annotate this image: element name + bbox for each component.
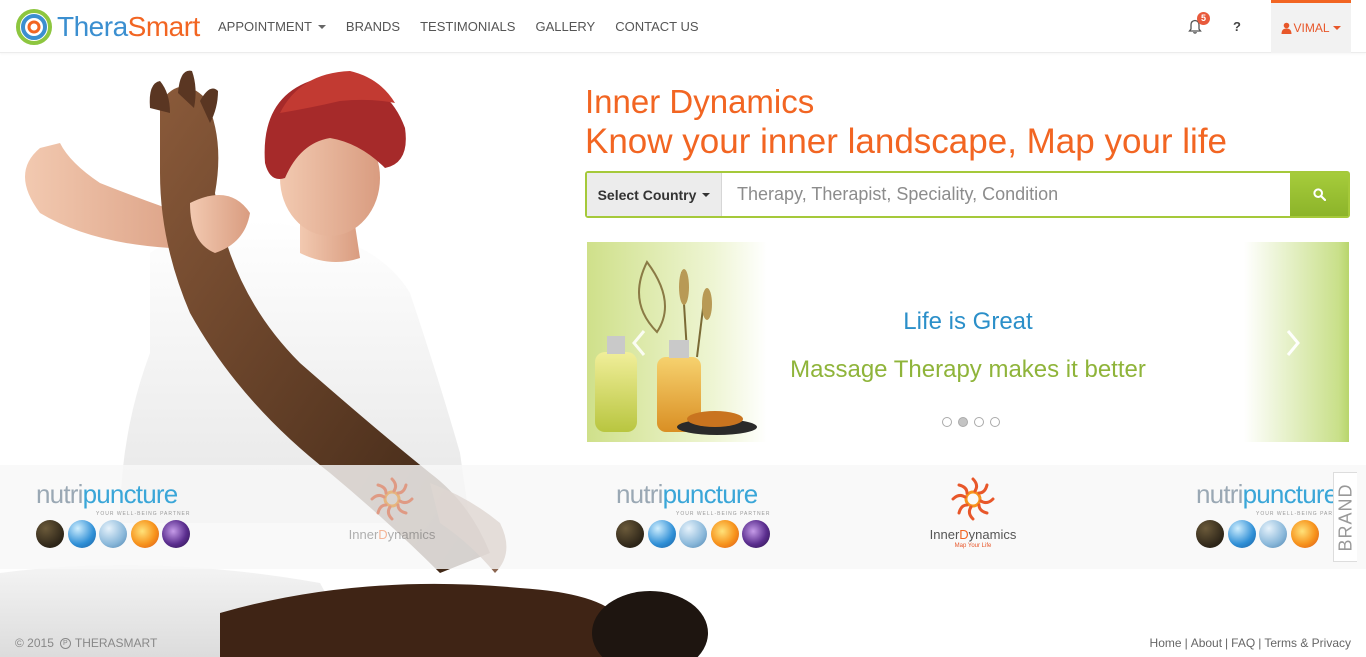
separator: | xyxy=(1225,636,1229,650)
water-sphere-icon xyxy=(1227,520,1256,548)
nutripuncture-spheres xyxy=(616,520,774,548)
nav-brands[interactable]: BRANDS xyxy=(336,0,410,53)
ether-sphere-icon xyxy=(742,520,770,548)
top-navbar: TheraSmart APPOINTMENT BRANDS TESTIMONIA… xyxy=(0,0,1366,53)
search-input[interactable] xyxy=(722,173,1290,216)
fire-sphere-icon xyxy=(130,520,159,548)
chevron-down-icon xyxy=(702,192,711,197)
user-name: VIMAL xyxy=(1293,21,1330,35)
brand-tab-label: BRAND xyxy=(1335,482,1356,552)
hero-headline: Inner Dynamics Know your inner landscape… xyxy=(585,82,1227,162)
sun-swirl-icon xyxy=(370,477,414,521)
footer-link-about[interactable]: About xyxy=(1191,636,1222,650)
slide-title: Life is Great xyxy=(903,308,1033,335)
brand-nutripuncture[interactable]: nutripuncture YOUR WELL-BEING PARTNER xyxy=(36,465,206,569)
air-sphere-icon xyxy=(679,520,707,548)
earth-sphere-icon xyxy=(1196,520,1224,548)
air-sphere-icon xyxy=(99,520,127,548)
page: TheraSmart APPOINTMENT BRANDS TESTIMONIA… xyxy=(0,0,1366,657)
user-menu-button[interactable]: VIMAL xyxy=(1271,0,1351,53)
footer-link-faq[interactable]: FAQ xyxy=(1231,636,1255,650)
help-button[interactable]: ? xyxy=(1215,0,1259,53)
separator: | xyxy=(1258,636,1262,650)
water-sphere-icon xyxy=(67,520,96,548)
notifications-count-badge: 5 xyxy=(1197,12,1210,25)
brand-strip: nutripuncture YOUR WELL-BEING PARTNER In… xyxy=(0,465,1366,569)
brand-nutripuncture[interactable]: nutripuncture YOUR WELL-BEING PARTNER xyxy=(616,465,786,569)
nav-appointment-label: APPOINTMENT xyxy=(218,19,312,34)
carousel-next-icon[interactable] xyxy=(1283,328,1303,358)
slide-subtitle: Massage Therapy makes it better xyxy=(790,356,1146,383)
nutripuncture-logo: nutripuncture xyxy=(1196,479,1336,509)
therasmart-logo[interactable]: TheraSmart xyxy=(15,8,200,46)
earth-sphere-icon xyxy=(616,520,644,548)
chevron-down-icon xyxy=(1332,26,1341,30)
footer-link-terms[interactable]: Terms & Privacy xyxy=(1264,636,1351,650)
footer-links: Home | About | FAQ | Terms & Privacy xyxy=(1150,636,1351,650)
innerdynamics-name: InnerDynamics xyxy=(348,527,436,542)
water-sphere-icon xyxy=(647,520,676,548)
search-button[interactable] xyxy=(1290,173,1348,216)
chevron-down-icon xyxy=(317,24,326,29)
country-select[interactable]: Select Country xyxy=(587,173,722,216)
hero-tagline: Know your inner landscape, Map your life xyxy=(585,122,1228,161)
carousel-prev-icon[interactable] xyxy=(629,328,649,358)
air-sphere-icon xyxy=(1259,520,1287,548)
brand-innerdynamics[interactable]: InnerDynamics xyxy=(332,465,452,569)
country-select-label: Select Country xyxy=(597,186,697,203)
carousel-indicators xyxy=(939,417,1003,427)
user-icon xyxy=(1281,22,1292,34)
search-bar: Select Country xyxy=(585,171,1350,218)
nutripuncture-tagline: YOUR WELL-BEING PARTNER xyxy=(96,511,191,517)
nutripuncture-tagline: YOUR WELL-BEING PARTNER xyxy=(676,511,771,517)
earth-sphere-icon xyxy=(36,520,64,548)
carousel-dot[interactable] xyxy=(942,417,952,427)
nutripuncture-logo: nutripuncture xyxy=(36,479,178,509)
carousel-dot[interactable] xyxy=(974,417,984,427)
nav-appointment[interactable]: APPOINTMENT xyxy=(208,0,336,53)
brand-side-tab[interactable]: BRAND xyxy=(1333,472,1357,562)
innerdynamics-logo: InnerDynamics xyxy=(332,477,452,542)
fire-sphere-icon xyxy=(710,520,739,548)
nutripuncture-logo: nutripuncture xyxy=(616,479,758,509)
search-icon xyxy=(1312,188,1326,201)
sun-swirl-icon xyxy=(951,477,995,521)
main-nav: APPOINTMENT BRANDS TESTIMONIALS GALLERY … xyxy=(208,0,709,53)
nutripuncture-spheres xyxy=(36,520,194,548)
logo-ring-icon xyxy=(16,9,52,45)
innerdynamics-name: InnerDynamics xyxy=(929,527,1017,542)
hero-title: Inner Dynamics xyxy=(585,83,815,120)
logo-text: TheraSmart xyxy=(57,11,200,42)
separator: | xyxy=(1184,636,1188,650)
nav-testimonials[interactable]: TESTIMONIALS xyxy=(410,0,525,53)
nav-right: 5 ? VIMAL xyxy=(1175,0,1366,53)
ether-sphere-icon xyxy=(162,520,190,548)
nav-gallery[interactable]: GALLERY xyxy=(525,0,605,53)
nutripuncture-spheres xyxy=(1196,520,1322,548)
promo-carousel: Life is Great Massage Therapy makes it b… xyxy=(587,242,1349,442)
brand-nutripuncture[interactable]: nutripuncture YOUR WELL-BEING PARTNER xyxy=(1196,465,1336,569)
innerdynamics-tagline: Map Your Life xyxy=(954,543,992,549)
nav-contact-us[interactable]: CONTACT US xyxy=(605,0,708,53)
oil-bottles-image xyxy=(587,242,767,442)
carousel-dot-active[interactable] xyxy=(958,417,968,427)
footer-link-home[interactable]: Home xyxy=(1150,636,1182,650)
brand-innerdynamics[interactable]: InnerDynamics Map Your Life xyxy=(913,465,1033,569)
nutripuncture-tagline: YOUR WELL-BEING PARTNER xyxy=(1256,511,1336,517)
footer-copyright: © 2015 P THERASMART xyxy=(15,636,157,650)
fire-sphere-icon xyxy=(1290,520,1319,548)
notifications-button[interactable]: 5 xyxy=(1175,0,1215,53)
copyright-year: © 2015 xyxy=(15,636,54,650)
carousel-dot[interactable] xyxy=(990,417,1000,427)
registered-icon: P xyxy=(59,637,71,649)
innerdynamics-logo: InnerDynamics Map Your Life xyxy=(913,477,1033,549)
company-name: THERASMART xyxy=(74,636,158,650)
